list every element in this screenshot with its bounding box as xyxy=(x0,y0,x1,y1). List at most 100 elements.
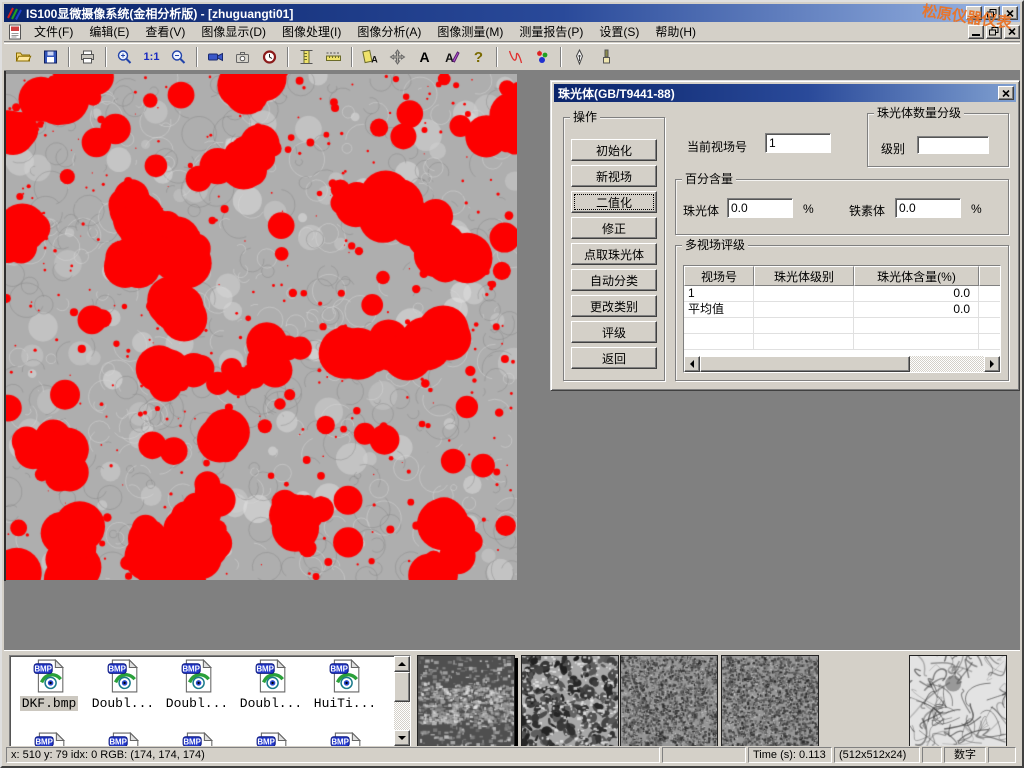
dialog-close-button[interactable] xyxy=(998,86,1014,100)
rate-button[interactable]: 评级 xyxy=(571,321,657,343)
text-edit-button[interactable]: A xyxy=(438,45,465,69)
child-restore-button[interactable] xyxy=(986,25,1002,39)
arrow-right-icon xyxy=(990,360,998,368)
pearlite-percent-input[interactable] xyxy=(727,198,793,218)
table-horizontal-scrollbar[interactable] xyxy=(684,356,1000,372)
ferrite-percent-input[interactable] xyxy=(895,198,961,218)
thumbnail-3[interactable] xyxy=(620,655,718,749)
menu-image-processing[interactable]: 图像处理(I) xyxy=(274,21,349,42)
caliper-button[interactable] xyxy=(293,45,320,69)
pick-pearlite-button[interactable]: 点取珠光体 xyxy=(571,243,657,265)
menu-file[interactable]: 文件(F) xyxy=(26,21,81,42)
timer-button[interactable] xyxy=(256,45,283,69)
table-row[interactable] xyxy=(684,334,1000,350)
file-item[interactable]: DKF.bmp xyxy=(12,659,86,711)
correct-button[interactable]: 修正 xyxy=(571,217,657,239)
menu-image-analysis[interactable]: 图像分析(A) xyxy=(349,21,429,42)
file-item[interactable]: HuiTi... xyxy=(308,659,382,711)
child-minimize-button[interactable] xyxy=(968,25,984,39)
main-image[interactable] xyxy=(6,74,517,580)
scrollbar-thumb[interactable] xyxy=(700,356,910,372)
thumbnail-1[interactable] xyxy=(417,655,515,749)
status-mode: 数字 xyxy=(944,747,986,763)
menu-image-measure[interactable]: 图像测量(M) xyxy=(429,21,511,42)
scrollbar-thumb[interactable] xyxy=(394,672,410,702)
binarize-button[interactable]: 二值化 xyxy=(571,191,657,213)
table-cell xyxy=(754,318,854,334)
auto-classify-button[interactable]: 自动分类 xyxy=(571,269,657,291)
current-field-input[interactable] xyxy=(765,133,831,153)
camera-capture-button[interactable] xyxy=(229,45,256,69)
scroll-left-button[interactable] xyxy=(684,356,700,372)
app-icon xyxy=(6,6,22,20)
column-header-ferrite-content: 铁素体含量(%) xyxy=(979,266,1001,286)
open-button[interactable] xyxy=(10,45,37,69)
scroll-right-button[interactable] xyxy=(984,356,1000,372)
menu-settings[interactable]: 设置(S) xyxy=(591,21,647,42)
thumbnail-4[interactable] xyxy=(721,655,819,749)
rgb-dots-icon xyxy=(534,49,551,65)
actual-size-button[interactable]: 1:1 xyxy=(138,45,165,69)
zoom-out-button[interactable] xyxy=(165,45,192,69)
table-row[interactable] xyxy=(684,318,1000,334)
file-item[interactable]: Doubl... xyxy=(86,659,160,711)
toolbar-separator xyxy=(560,47,562,67)
bmp-file-icon[interactable] xyxy=(33,732,67,747)
print-button[interactable] xyxy=(74,45,101,69)
text-icon: A xyxy=(419,49,429,65)
move-button[interactable] xyxy=(384,45,411,69)
bmp-file-icon xyxy=(254,659,288,693)
measure-text-button[interactable]: A xyxy=(357,45,384,69)
child-close-button[interactable] xyxy=(1004,25,1020,39)
pearlite-label: 珠光体 xyxy=(683,202,719,219)
menu-edit[interactable]: 编辑(E) xyxy=(81,21,137,42)
menu-view[interactable]: 查看(V) xyxy=(137,21,193,42)
table-cell xyxy=(754,286,854,302)
bmp-file-icon[interactable] xyxy=(329,732,363,747)
one-to-one-icon: 1:1 xyxy=(144,51,160,63)
brush-button[interactable] xyxy=(593,45,620,69)
bmp-file-icon xyxy=(32,659,66,693)
bmp-file-icon[interactable] xyxy=(181,732,215,747)
zoom-in-button[interactable] xyxy=(111,45,138,69)
file-item[interactable]: Doubl... xyxy=(160,659,234,711)
help-button[interactable]: ? xyxy=(465,45,492,69)
pen-button[interactable] xyxy=(566,45,593,69)
svg-text:A: A xyxy=(445,51,454,65)
color-points-button[interactable] xyxy=(529,45,556,69)
bmp-file-icon[interactable] xyxy=(255,732,289,747)
initialize-button[interactable]: 初始化 xyxy=(571,139,657,161)
multi-field-group-label: 多视场评级 xyxy=(682,238,748,252)
menu-help[interactable]: 帮助(H) xyxy=(647,21,704,42)
file-name: Doubl... xyxy=(238,696,304,711)
status-position: x: 510 y: 79 idx: 0 RGB: (174, 174, 174) xyxy=(6,747,660,763)
change-class-button[interactable]: 更改类别 xyxy=(571,295,657,317)
ruler-button[interactable] xyxy=(320,45,347,69)
thumbnail-5[interactable] xyxy=(909,655,1007,749)
bmp-file-icon[interactable] xyxy=(107,732,141,747)
return-button[interactable]: 返回 xyxy=(571,347,657,369)
file-browser-scrollbar[interactable] xyxy=(394,656,410,746)
scroll-down-button[interactable] xyxy=(394,730,410,746)
menu-measure-report[interactable]: 测量报告(P) xyxy=(511,21,591,42)
file-item[interactable]: Doubl... xyxy=(234,659,308,711)
menu-image-display[interactable]: 图像显示(D) xyxy=(193,21,274,42)
minimize-button[interactable] xyxy=(966,6,982,20)
level-input[interactable] xyxy=(917,136,989,154)
new-field-button[interactable]: 新视场 xyxy=(571,165,657,187)
operation-group-label: 操作 xyxy=(570,110,600,124)
close-button[interactable] xyxy=(1002,6,1018,20)
table-cell: 0.0 xyxy=(854,302,979,318)
thumbnail-2[interactable] xyxy=(521,655,619,749)
file-name: HuiTi... xyxy=(312,696,378,711)
save-button[interactable] xyxy=(37,45,64,69)
curve-tool-button[interactable] xyxy=(502,45,529,69)
column-header-pearlite-level: 珠光体级别 xyxy=(754,266,854,286)
text-button[interactable]: A xyxy=(411,45,438,69)
table-row[interactable]: 1 0.0 xyxy=(684,286,1000,302)
restore-button[interactable] xyxy=(984,6,1000,20)
scroll-up-button[interactable] xyxy=(394,656,410,672)
table-row[interactable]: 平均值 0.0 xyxy=(684,302,1000,318)
video-capture-button[interactable] xyxy=(202,45,229,69)
clock-icon xyxy=(261,49,278,65)
